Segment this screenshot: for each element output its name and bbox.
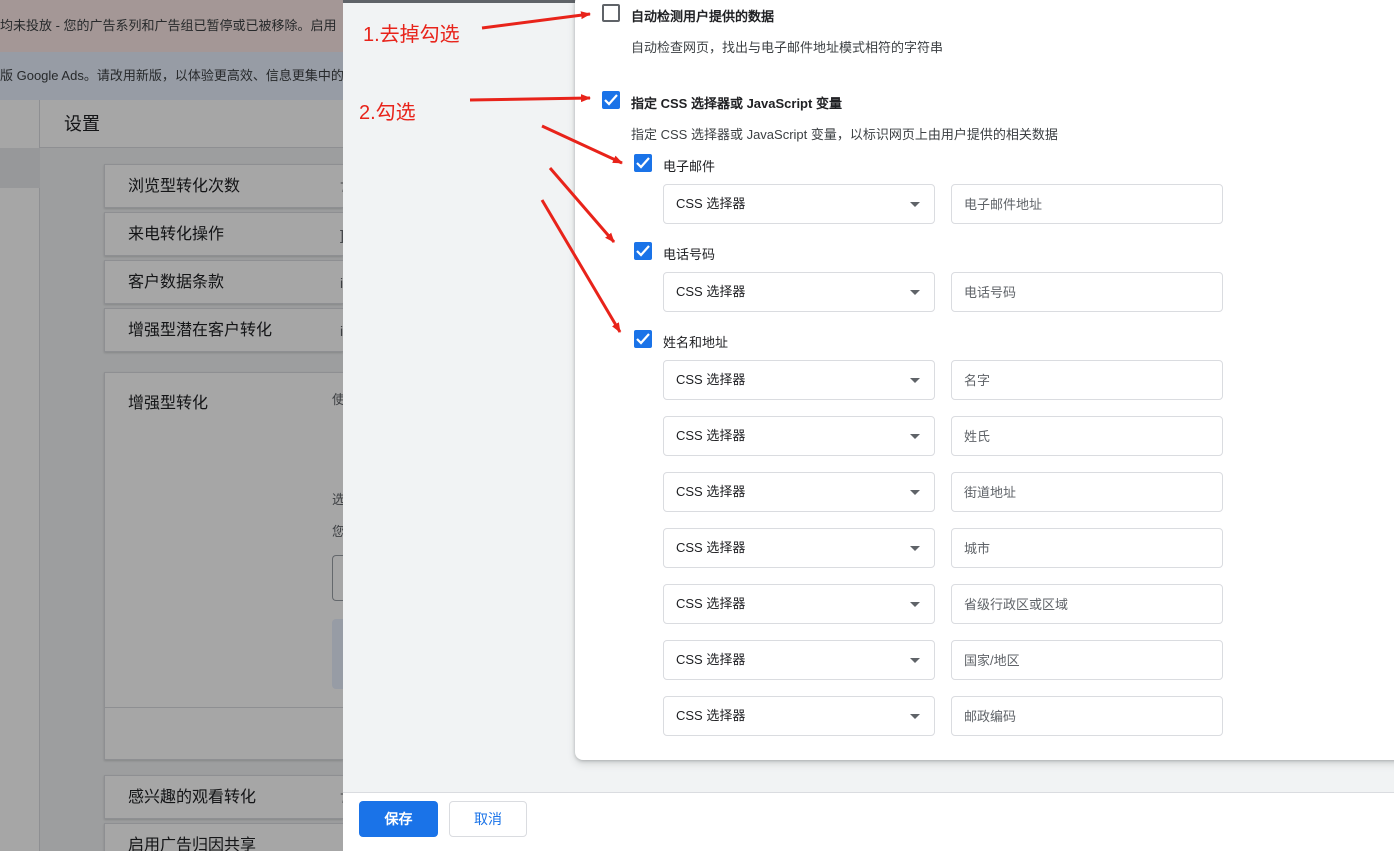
arrow-to-specify [469,94,591,103]
arrow-to-email [541,124,623,165]
arrow-to-auto-detect [481,11,591,30]
annotation-arrows [469,11,623,333]
arrow-to-name-address [540,199,622,333]
